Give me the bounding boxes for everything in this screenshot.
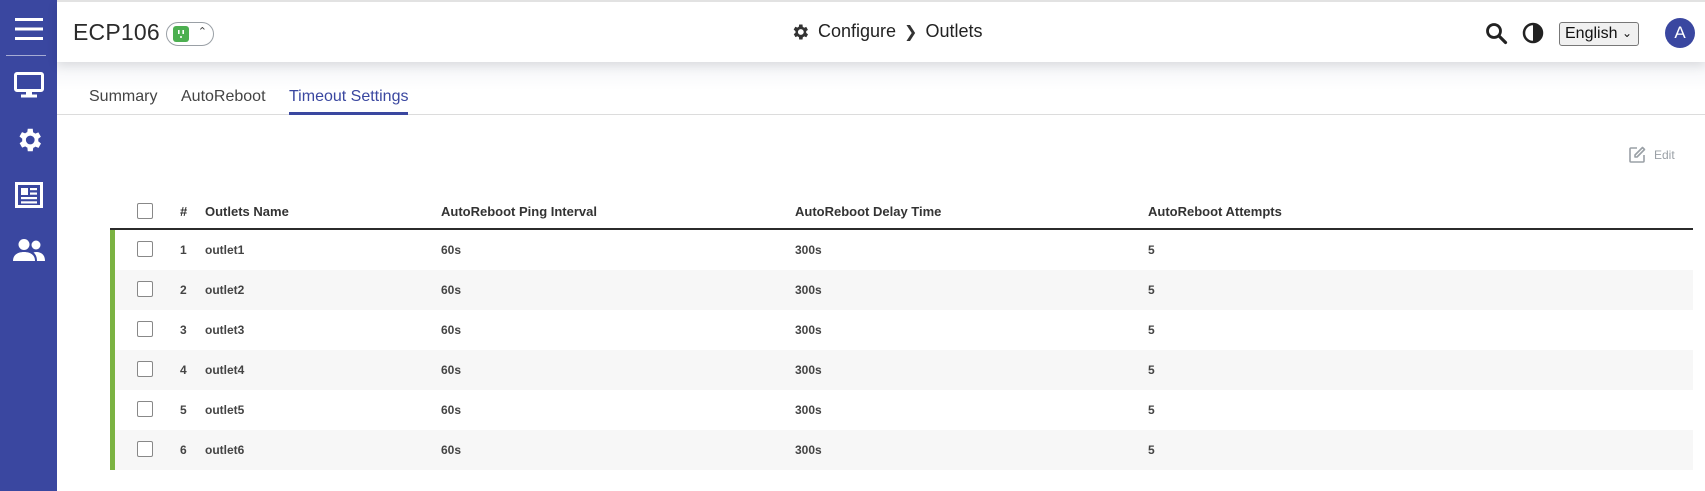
attempts: 5 xyxy=(1148,283,1155,297)
attempts: 5 xyxy=(1148,243,1155,257)
table-row[interactable]: 6 outlet6 60s 300s 5 xyxy=(110,430,1693,470)
edit-button[interactable]: Edit xyxy=(1628,146,1675,164)
sidebar-item-users[interactable] xyxy=(0,227,57,273)
sidebar-item-logs[interactable] xyxy=(0,172,57,218)
column-header-attempts[interactable]: AutoReboot Attempts xyxy=(1148,204,1282,219)
delay-time: 300s xyxy=(795,243,822,257)
outlet-name: outlet3 xyxy=(205,323,245,337)
row-number: 1 xyxy=(180,243,187,257)
outlet-name: outlet6 xyxy=(205,443,245,457)
outlet-name: outlet4 xyxy=(205,363,245,377)
outlet-name: outlet2 xyxy=(205,283,245,297)
breadcrumb-section[interactable]: Configure xyxy=(818,21,896,42)
delay-time: 300s xyxy=(795,283,822,297)
edit-icon xyxy=(1629,146,1646,163)
delay-time: 300s xyxy=(795,443,822,457)
row-number: 5 xyxy=(180,403,187,417)
outlet-name: outlet5 xyxy=(205,403,245,417)
menu-icon xyxy=(14,18,43,40)
table-row[interactable]: 1 outlet1 60s 300s 5 xyxy=(110,230,1693,270)
users-icon xyxy=(12,239,45,261)
attempts: 5 xyxy=(1148,443,1155,457)
tab-timeout-settings[interactable]: Timeout Settings xyxy=(289,88,409,115)
sidebar xyxy=(0,0,57,491)
column-header-number: # xyxy=(180,204,188,219)
menu-button[interactable] xyxy=(0,6,57,52)
breadcrumb: Configure ❯ Outlets xyxy=(790,21,982,42)
chevron-down-icon: ⌄ xyxy=(1621,26,1632,40)
ping-interval: 60s xyxy=(441,403,462,417)
chevron-right-icon: ❯ xyxy=(904,23,918,41)
ping-interval: 60s xyxy=(441,363,462,377)
ping-interval: 60s xyxy=(441,243,462,257)
outlet-name: outlet1 xyxy=(205,243,245,257)
monitor-icon xyxy=(13,72,44,98)
sidebar-item-configure[interactable] xyxy=(0,117,57,163)
row-checkbox[interactable] xyxy=(137,361,153,377)
attempts: 5 xyxy=(1148,403,1155,417)
language-value: English xyxy=(1565,25,1618,42)
tab-summary[interactable]: Summary xyxy=(89,88,157,112)
tab-autoreboot[interactable]: AutoReboot xyxy=(181,88,266,112)
sidebar-divider xyxy=(6,55,46,56)
delay-time: 300s xyxy=(795,323,822,337)
row-number: 4 xyxy=(180,363,187,377)
row-number: 3 xyxy=(180,323,187,337)
table-row[interactable]: 2 outlet2 60s 300s 5 xyxy=(110,270,1693,310)
top-bar: ECP106 ⌃ Configure ❯ Outlets English ⌄ A xyxy=(57,0,1705,62)
row-checkbox[interactable] xyxy=(137,281,153,297)
gear-icon xyxy=(19,128,41,152)
row-checkbox[interactable] xyxy=(137,321,153,337)
device-name: ECP106 xyxy=(73,19,160,45)
delay-time: 300s xyxy=(795,403,822,417)
gear-icon xyxy=(793,24,808,39)
table-row[interactable]: 3 outlet3 60s 300s 5 xyxy=(110,310,1693,350)
edit-label: Edit xyxy=(1654,148,1675,162)
column-header-outlets-name[interactable]: Outlets Name xyxy=(205,204,289,219)
row-checkbox[interactable] xyxy=(137,441,153,457)
search-icon xyxy=(1486,23,1508,45)
table-row[interactable]: 4 outlet4 60s 300s 5 xyxy=(110,350,1693,390)
ping-interval: 60s xyxy=(441,283,462,297)
table-header: # Outlets Name AutoReboot Ping Interval … xyxy=(110,196,1693,230)
device-status-toggle[interactable]: ⌃ xyxy=(166,22,214,46)
row-number: 6 xyxy=(180,443,187,457)
language-select[interactable]: English ⌄ xyxy=(1559,22,1639,46)
ping-interval: 60s xyxy=(441,443,462,457)
ping-interval: 60s xyxy=(441,323,462,337)
column-header-ping-interval[interactable]: AutoReboot Ping Interval xyxy=(441,204,597,219)
row-number: 2 xyxy=(180,283,187,297)
avatar[interactable]: A xyxy=(1665,18,1695,48)
news-icon xyxy=(14,182,43,208)
row-checkbox[interactable] xyxy=(137,401,153,417)
chevron-up-icon: ⌃ xyxy=(197,26,207,38)
breadcrumb-page: Outlets xyxy=(925,21,983,41)
theme-toggle-button[interactable] xyxy=(1521,21,1545,45)
attempts: 5 xyxy=(1148,323,1155,337)
row-checkbox[interactable] xyxy=(137,241,153,257)
column-header-delay-time[interactable]: AutoReboot Delay Time xyxy=(795,204,941,219)
search-button[interactable] xyxy=(1484,21,1508,45)
outlet-status-icon xyxy=(173,26,189,42)
select-all-checkbox[interactable] xyxy=(137,203,153,219)
delay-time: 300s xyxy=(795,363,822,377)
attempts: 5 xyxy=(1148,363,1155,377)
tab-bar: Summary AutoReboot Timeout Settings xyxy=(57,62,1705,115)
outlets-table: # Outlets Name AutoReboot Ping Interval … xyxy=(110,196,1693,470)
table-row[interactable]: 5 outlet5 60s 300s 5 xyxy=(110,390,1693,430)
sidebar-item-monitor[interactable] xyxy=(0,62,57,108)
contrast-icon xyxy=(1522,22,1544,44)
